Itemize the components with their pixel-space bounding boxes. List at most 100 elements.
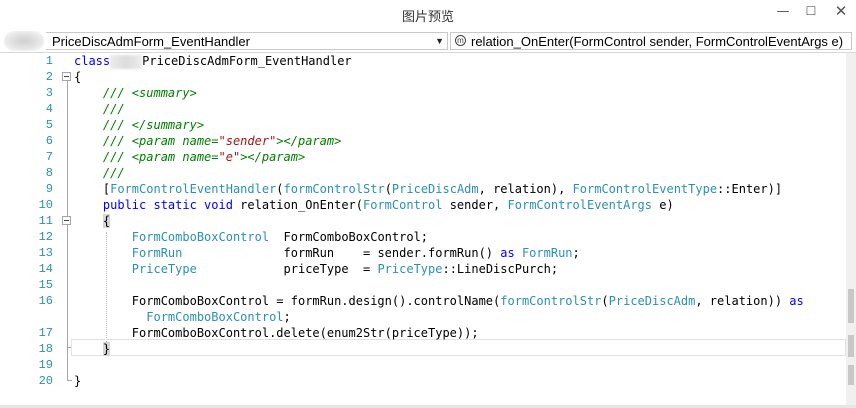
code-token: e) [652, 198, 674, 212]
code-token: FormComboBoxControl; [269, 230, 429, 244]
line-number: 4 [45, 102, 53, 116]
line-number: 14 [38, 262, 53, 276]
code-line: } [74, 373, 81, 389]
collapse-method-icon[interactable] [62, 216, 71, 225]
member-dropdown[interactable]: m relation_OnEnter(FormControl sender, F… [450, 32, 852, 50]
redacted-text [110, 54, 143, 69]
code-token: priceType = [196, 262, 378, 276]
code-token: /// <summary> [102, 86, 197, 100]
scroll-marker [848, 289, 854, 323]
maximize-icon[interactable]: ☐ [796, 0, 826, 22]
minimize-icon[interactable]: — [768, 0, 798, 22]
code-token: PriceDiscAdm [608, 294, 696, 308]
code-token: ( [601, 294, 609, 308]
line-number: 10 [38, 198, 53, 212]
line-number: 8 [45, 166, 53, 180]
code-token: "sender" [218, 134, 277, 148]
code-line: /// <summary> [74, 85, 197, 101]
code-token: , relation), [478, 182, 573, 196]
code-token: formControlStr [283, 182, 385, 196]
line-number: 11 [38, 214, 53, 228]
code-token: "e" [218, 150, 241, 164]
close-icon[interactable]: ✕ [826, 0, 856, 22]
code-token: ></param> [276, 134, 342, 148]
code-token: as [789, 294, 804, 308]
member-dropdown-value: relation_OnEnter(FormControl sender, For… [471, 34, 844, 49]
code-token: ; [283, 310, 291, 324]
collapse-class-icon[interactable] [62, 72, 71, 81]
code-token: formRun = sender.formRun() [182, 246, 501, 260]
code-line: public static void relation_OnEnter( Form… [74, 197, 674, 213]
code-token: ; [572, 246, 580, 260]
code-token: PriceType [131, 262, 197, 276]
code-token: /// [102, 166, 125, 180]
line-number: 17 [38, 326, 53, 340]
code-token: PriceType [377, 262, 443, 276]
window-title: 图片预览 [401, 10, 454, 25]
code-line: /// <param name="sender"></param> [74, 133, 341, 149]
code-token: /// [102, 102, 125, 116]
code-token: FormRun [521, 246, 573, 260]
line-number: 20 [38, 374, 53, 388]
code-token: PriceDiscAdm [391, 182, 479, 196]
code-token: } [74, 374, 82, 388]
navigation-bar: PriceDiscAdmForm_EventHandler ▼ m relati… [0, 30, 856, 53]
line-number: 19 [38, 358, 53, 372]
code-token: ></param> [240, 150, 306, 164]
title-bar: 图片预览 — ☐ ✕ [0, 0, 856, 30]
code-token: FormControlEventArgs [507, 198, 653, 212]
line-number: 2 [45, 70, 53, 84]
line-number: 5 [45, 118, 53, 132]
code-token: formControlStr [500, 294, 602, 308]
code-line: FormComboBoxControl FormComboBoxControl; [74, 229, 428, 245]
code-token: ::Enter)] [717, 182, 783, 196]
code-token: ( [384, 182, 392, 196]
code-line: { [74, 69, 81, 85]
code-token: PriceDiscAdmForm_EventHandler [142, 54, 352, 68]
code-line: /// <param name="e"></param> [74, 149, 305, 165]
line-number [3, 309, 53, 325]
code-line: /// [74, 165, 125, 181]
code-token: FormComboBoxControl [146, 310, 284, 324]
code-line: FormComboBoxControl; [74, 309, 291, 325]
code-token: as [500, 246, 515, 260]
type-dropdown[interactable]: PriceDiscAdmForm_EventHandler ▼ [46, 32, 448, 50]
code-line: { [74, 213, 111, 229]
code-token: sender, [442, 198, 508, 212]
code-token: class [74, 54, 111, 68]
code-editor[interactable]: 1 2 3 4 5 6 7 8 9 10 11 12 13 14 15 16 17 18 19 20 class Pri… [0, 53, 846, 405]
code-token: { [74, 70, 82, 84]
code-token: [ [74, 182, 111, 196]
code-token: } [102, 342, 111, 356]
vertical-scrollbar[interactable] [846, 53, 856, 405]
fold-end-class [67, 380, 72, 381]
code-token: public static void [102, 198, 233, 212]
code-line: FormRun formRun = sender.formRun() as Fo… [74, 245, 580, 261]
line-number: 1 [45, 54, 53, 68]
code-line: /// [74, 101, 125, 117]
code-token: FormControlEventType [572, 182, 718, 196]
code-token: /// <param name= [102, 134, 219, 148]
type-dropdown-value: PriceDiscAdmForm_EventHandler [52, 34, 250, 49]
code-token: FormComboBoxControl [131, 230, 270, 244]
line-number: 9 [45, 182, 53, 196]
code-token: { [102, 214, 111, 228]
code-token: ( [276, 182, 284, 196]
line-number: 13 [38, 246, 53, 260]
code-line: /// </summary> [74, 117, 204, 133]
line-number: 3 [45, 86, 53, 100]
chevron-down-icon[interactable]: ▼ [435, 33, 444, 49]
code-token: relation_OnEnter( [232, 198, 363, 212]
code-line: FormComboBoxControl = formRun.design().c… [74, 293, 804, 309]
line-number: 18 [38, 342, 53, 356]
